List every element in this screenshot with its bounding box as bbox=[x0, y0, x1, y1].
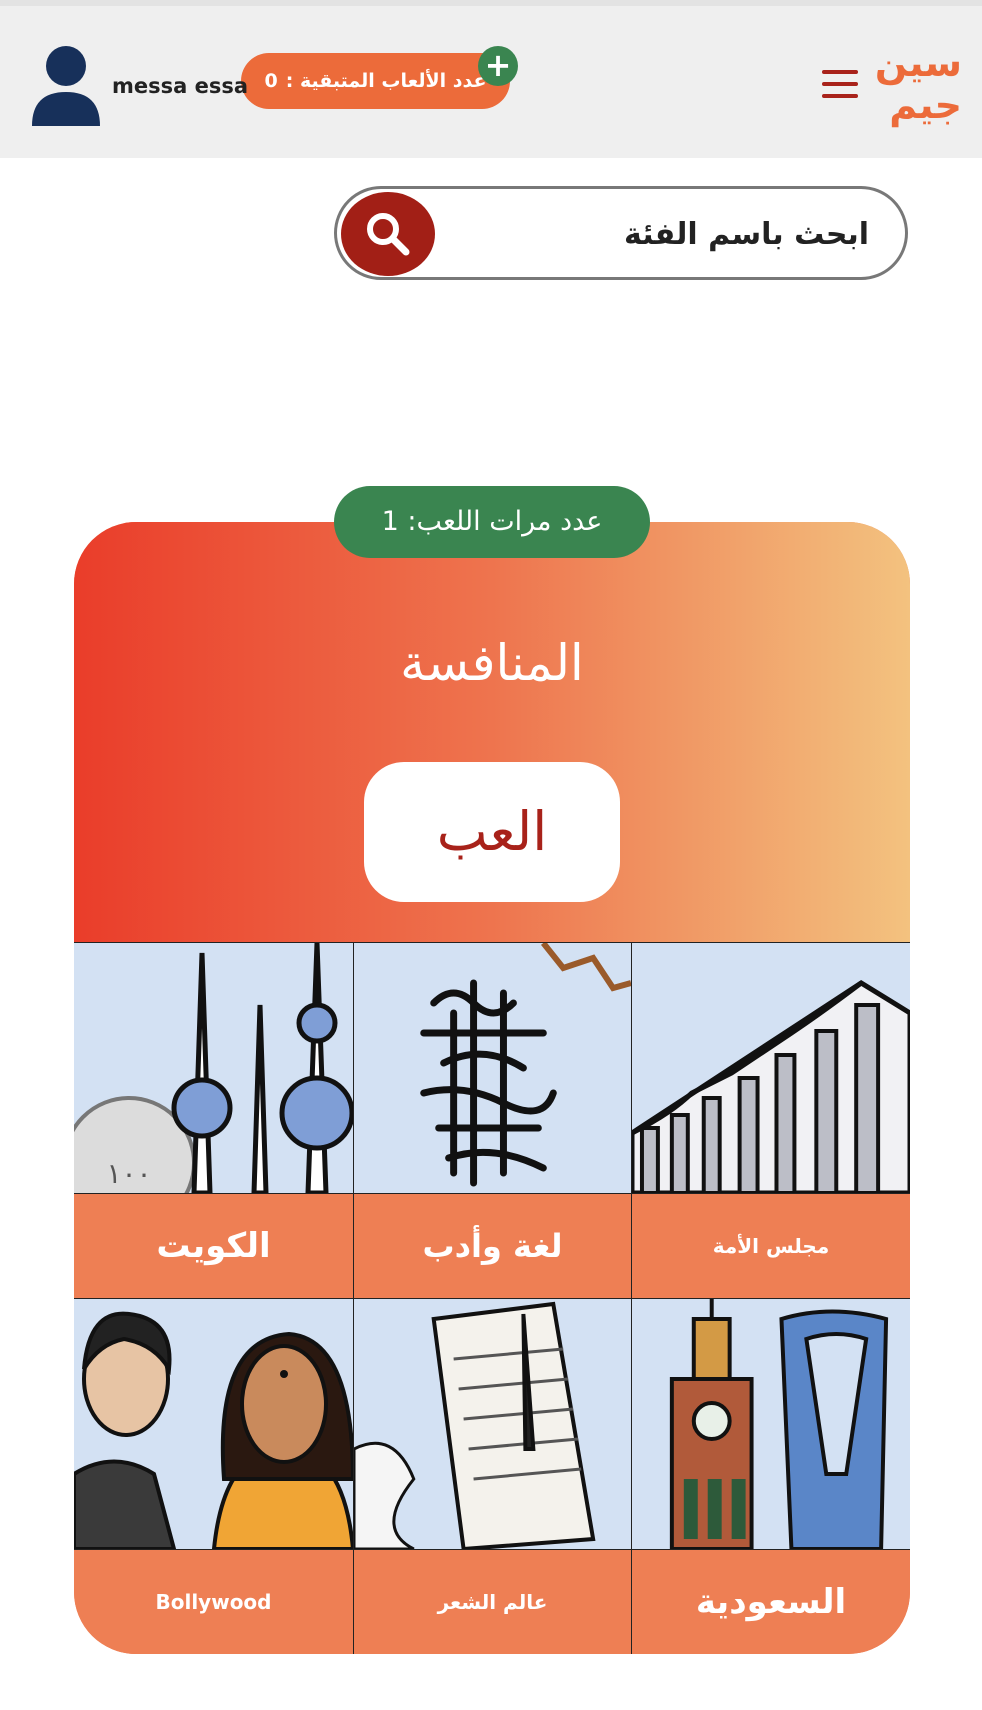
category-label: مجلس الأمة bbox=[632, 1193, 910, 1299]
category-grid: مجلس الأمة لغة وأدب ١٠٠ الكويت السعودية … bbox=[74, 942, 910, 1654]
category-tile-saudi[interactable]: السعودية bbox=[631, 1298, 910, 1654]
category-label: Bollywood bbox=[74, 1549, 353, 1654]
poetry-illustration bbox=[354, 1299, 631, 1549]
play-button[interactable]: العب bbox=[364, 762, 620, 902]
brand-logo-line2: جيم bbox=[889, 83, 962, 127]
category-tile-language-literature[interactable]: لغة وأدب bbox=[353, 942, 631, 1299]
bollywood-illustration bbox=[74, 1299, 353, 1549]
search-icon bbox=[367, 213, 410, 256]
saudi-landmarks-illustration bbox=[632, 1299, 910, 1549]
category-label: الكويت bbox=[74, 1193, 353, 1299]
remaining-games-label: عدد الألعاب المتبقية : bbox=[285, 70, 487, 92]
search-bar bbox=[334, 186, 908, 280]
category-label: عالم الشعر bbox=[354, 1549, 631, 1654]
svg-text:١٠٠: ١٠٠ bbox=[106, 1157, 151, 1190]
hamburger-icon[interactable] bbox=[822, 70, 860, 102]
category-label: لغة وأدب bbox=[354, 1193, 631, 1299]
calligraphy-illustration bbox=[354, 943, 631, 1193]
username[interactable]: messa essa bbox=[112, 74, 248, 98]
app-header: سين جيم عدد الألعاب المتبقية : 0 + messa… bbox=[0, 6, 982, 158]
category-tile-bollywood[interactable]: Bollywood bbox=[74, 1298, 353, 1654]
featured-header: المنافسة العب bbox=[74, 522, 910, 942]
featured-title: المنافسة bbox=[400, 634, 584, 692]
user-avatar-icon[interactable] bbox=[24, 42, 108, 126]
search-input[interactable] bbox=[447, 199, 871, 269]
plus-icon[interactable]: + bbox=[478, 46, 518, 86]
featured-game-card: المنافسة العب مجلس الأمة لغة وأدب ١٠٠ ال… bbox=[74, 522, 910, 1654]
national-assembly-illustration bbox=[632, 943, 910, 1193]
category-tile-kuwait[interactable]: ١٠٠ الكويت bbox=[74, 942, 353, 1299]
brand-logo-line1: سين bbox=[874, 41, 962, 85]
remaining-games-value: 0 bbox=[264, 70, 278, 92]
category-label: السعودية bbox=[632, 1549, 910, 1654]
kuwait-towers-illustration: ١٠٠ bbox=[74, 943, 353, 1193]
remaining-games-counter[interactable]: عدد الألعاب المتبقية : 0 bbox=[241, 53, 510, 109]
category-tile-poetry[interactable]: عالم الشعر bbox=[353, 1298, 631, 1654]
category-tile-national-assembly[interactable]: مجلس الأمة bbox=[631, 942, 910, 1299]
brand-logo[interactable]: سين جيم bbox=[874, 42, 962, 126]
play-count-badge: عدد مرات اللعب: 1 bbox=[334, 486, 650, 558]
search-button[interactable] bbox=[341, 192, 435, 276]
